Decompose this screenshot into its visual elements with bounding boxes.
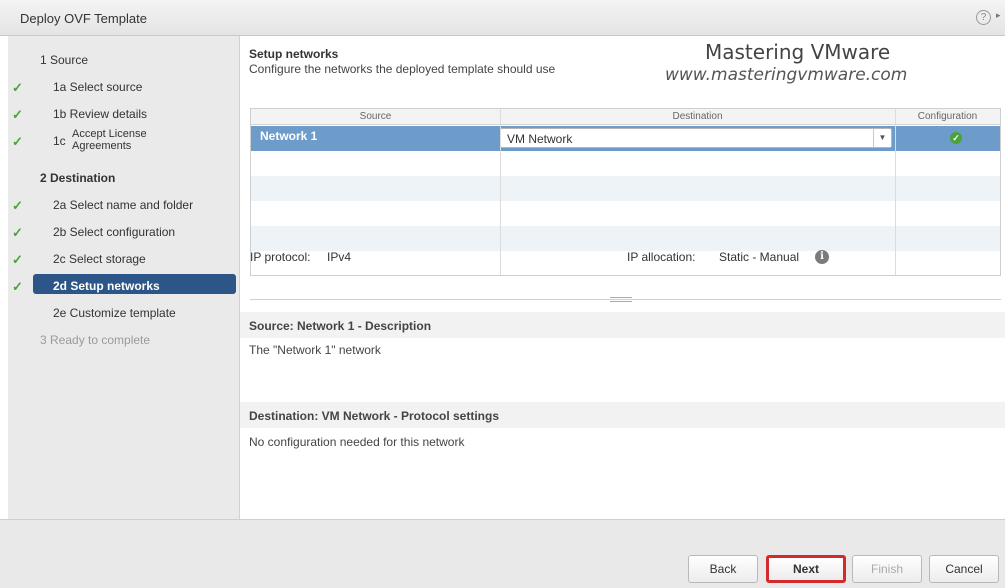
back-button[interactable]: Back <box>688 555 758 583</box>
step-label: Accept License Agreements <box>72 128 147 152</box>
ip-allocation-value: Static - Manual <box>719 250 800 264</box>
ip-allocation-label: IP allocation: <box>627 250 696 264</box>
check-icon: ✓ <box>12 252 23 267</box>
destination-settings-header: Destination: VM Network - Protocol setti… <box>240 402 1005 428</box>
column-separator <box>500 109 501 275</box>
step-number: 1c <box>53 134 66 148</box>
step-label: 1 Source <box>40 53 89 67</box>
column-header-destination[interactable]: Destination <box>500 111 895 122</box>
step-label: 2 Destination <box>40 171 116 185</box>
splitter-grip-handle[interactable] <box>610 297 632 302</box>
table-row-empty <box>251 201 1000 226</box>
check-icon: ✓ <box>12 198 23 213</box>
dialog-title-bar: Deploy OVF Template ? ▸ <box>0 0 1005 36</box>
finish-button: Finish <box>852 555 922 583</box>
column-header-configuration[interactable]: Configuration <box>895 111 1000 122</box>
destination-value: VM Network <box>507 132 573 146</box>
cancel-button[interactable]: Cancel <box>929 555 999 583</box>
page-subtitle: Configure the networks the deployed temp… <box>249 62 556 76</box>
source-description-title: Source: Network 1 - Description <box>249 319 432 333</box>
table-row-empty <box>251 151 1000 176</box>
dialog-title: Deploy OVF Template <box>20 11 147 26</box>
source-description-header: Source: Network 1 - Description <box>240 312 1005 338</box>
help-icon[interactable]: ? <box>976 10 991 25</box>
main-content: Setup networks Configure the networks th… <box>240 36 1005 519</box>
ip-protocol-value: IPv4 <box>327 250 352 264</box>
check-icon: ✓ <box>12 279 23 294</box>
grid-header: Source Destination Configuration <box>251 109 1000 125</box>
check-icon: ✓ <box>12 134 23 149</box>
wizard-steps-sidebar: 1 Source ✓ 1a Select source ✓ 1b Review … <box>8 36 240 519</box>
info-icon[interactable]: i <box>815 250 829 264</box>
step-accept-license[interactable]: ✓ 1c Accept License Agreements <box>8 128 240 156</box>
table-row-empty <box>251 226 1000 251</box>
table-row[interactable]: Network 1 VM Network ▼ ✓ <box>251 126 1000 151</box>
source-description-text: The "Network 1" network <box>249 343 381 357</box>
watermark-title: Mastering VMware <box>705 40 891 64</box>
column-separator <box>895 109 896 275</box>
destination-settings-title: Destination: VM Network - Protocol setti… <box>249 409 500 423</box>
check-icon: ✓ <box>12 225 23 240</box>
step-label: 2c Select storage <box>53 252 146 266</box>
page-title: Setup networks <box>249 47 339 61</box>
check-icon: ✓ <box>12 107 23 122</box>
dialog-footer: Back Next Finish Cancel <box>0 519 1005 588</box>
step-label-line1: Accept License <box>72 128 147 140</box>
table-row-empty <box>251 176 1000 201</box>
step-label: 2b Select configuration <box>53 225 176 239</box>
destination-network-select[interactable]: VM Network ▼ <box>500 128 892 148</box>
step-label: 1b Review details <box>53 107 148 121</box>
step-label: 2e Customize template <box>53 306 176 320</box>
network-mapping-grid: Source Destination Configuration Network… <box>250 108 1001 276</box>
ip-protocol-label: IP protocol: <box>250 250 311 264</box>
step-label: 1a Select source <box>53 80 143 94</box>
check-circle-icon: ✓ <box>950 132 962 144</box>
next-button[interactable]: Next <box>766 555 846 583</box>
table-row-empty <box>251 251 1000 276</box>
row-source-network: Network 1 <box>260 129 318 143</box>
destination-settings-text: No configuration needed for this network <box>249 435 465 449</box>
step-label: 2a Select name and folder <box>53 198 194 212</box>
step-label-line2: Agreements <box>72 140 132 152</box>
column-header-source[interactable]: Source <box>251 111 500 122</box>
chevron-down-icon[interactable]: ▼ <box>873 129 891 147</box>
step-label: 3 Ready to complete <box>40 333 151 347</box>
watermark-url: www.masteringvmware.com <box>665 65 908 85</box>
check-icon: ✓ <box>12 80 23 95</box>
step-label: 2d Setup networks <box>53 279 160 293</box>
expand-arrow-icon[interactable]: ▸ <box>996 10 1001 21</box>
